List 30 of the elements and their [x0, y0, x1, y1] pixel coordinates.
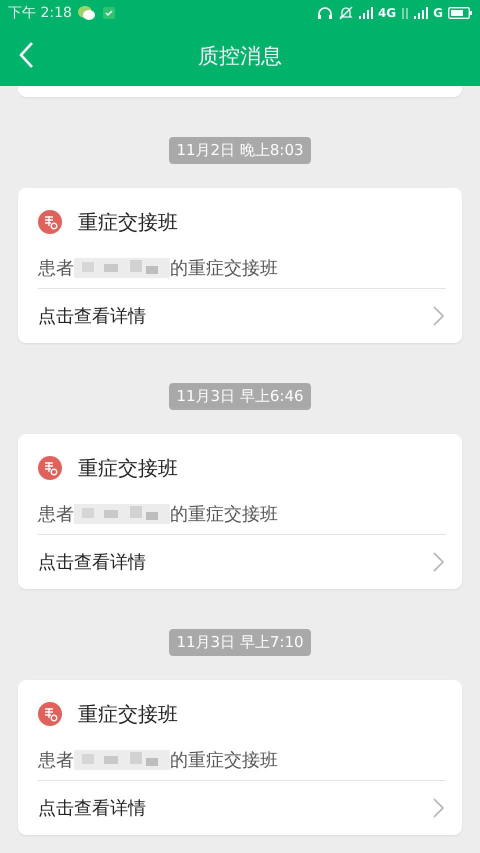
check-icon [102, 6, 116, 20]
details-link[interactable]: 点击查看详情 [38, 289, 446, 343]
timestamp: 11月3日 早上6:46 [169, 383, 311, 410]
chevron-icon [433, 798, 444, 818]
message-text: 患者 [38, 257, 74, 280]
details-link[interactable]: 点击查看详情 [38, 535, 446, 589]
signal-icon [414, 7, 428, 19]
message-text: 的重症交接班 [170, 749, 278, 772]
message-text: 的重症交接班 [170, 257, 278, 280]
network-label: G [433, 6, 443, 20]
chevron-icon [433, 306, 444, 326]
signal-icon [358, 7, 373, 19]
back-button[interactable] [18, 41, 34, 69]
headphones-icon [316, 6, 333, 20]
message-text: 的重症交接班 [170, 503, 278, 526]
status-time: 下午 2:18 [8, 4, 72, 22]
timestamp: 11月3日 早上7:10 [169, 629, 311, 656]
battery-icon [448, 7, 472, 19]
chat-icon [76, 5, 97, 21]
network-label: 4G [378, 6, 396, 20]
details-link[interactable]: 点击查看详情 [38, 781, 446, 835]
page-title: 质控消息 [198, 43, 282, 70]
message-text: 患者 [38, 503, 74, 526]
timestamp: 11月2日 晚上8:03 [169, 137, 311, 164]
message-title: 重症交接班 [78, 454, 178, 482]
message-title: 重症交接班 [78, 700, 178, 728]
message-text: 患者 [38, 749, 74, 772]
message-title: 重症交接班 [78, 208, 178, 236]
chevron-icon [433, 552, 444, 572]
muted-bell-icon [338, 5, 354, 21]
